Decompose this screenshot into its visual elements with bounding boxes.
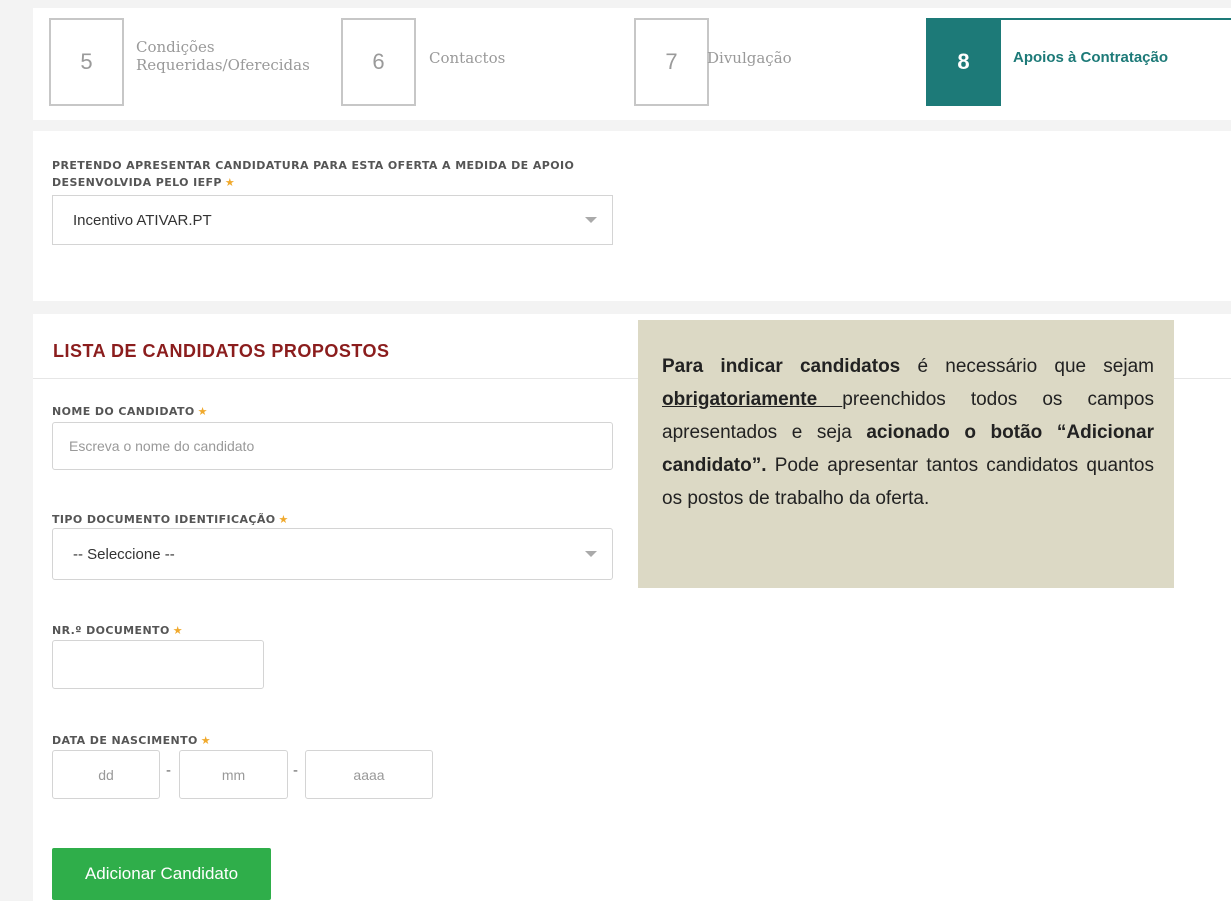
date-separator: - — [293, 762, 298, 779]
required-star-icon: ★ — [224, 176, 236, 189]
step-8-number[interactable]: 8 — [926, 18, 1001, 106]
step-7-number[interactable]: 7 — [634, 18, 709, 106]
required-star-icon: ★ — [200, 734, 212, 747]
step-8-label[interactable]: Apoios à Contratação — [1013, 49, 1168, 67]
data-nascimento-label: DATA DE NASCIMENTO ★ — [52, 734, 212, 747]
required-star-icon: ★ — [197, 405, 208, 418]
chevron-down-icon — [585, 551, 597, 557]
apoio-select[interactable]: Incentivo ATIVAR.PT — [52, 195, 613, 245]
nome-label: NOME DO CANDIDATO ★ — [52, 405, 208, 418]
tipo-documento-select[interactable]: -- Seleccione -- — [52, 528, 613, 580]
note-bold-1: Para indicar candidatos — [662, 356, 901, 377]
apoio-label: PRETENDO APRESENTAR CANDIDATURA PARA EST… — [52, 159, 575, 189]
chevron-down-icon — [585, 217, 597, 223]
add-candidate-button[interactable]: Adicionar Candidato — [52, 848, 271, 900]
date-separator: - — [166, 762, 171, 779]
dia-input[interactable]: dd — [52, 750, 160, 799]
mes-input[interactable]: mm — [179, 750, 288, 799]
wizard-stepper: 5 Condições Requeridas/Oferecidas 6 Cont… — [33, 8, 1231, 120]
apoio-select-value: Incentivo ATIVAR.PT — [73, 211, 212, 229]
note-text-1: é necessário que sejam — [900, 356, 1154, 377]
nr-documento-label: NR.º DOCUMENTO ★ — [52, 624, 183, 637]
ano-input[interactable]: aaaa — [305, 750, 433, 799]
step-6-label[interactable]: Contactos — [429, 49, 505, 67]
nome-candidato-input[interactable]: Escreva o nome do candidato — [52, 422, 613, 470]
note-underline: obrigatoriamente — [662, 389, 843, 410]
step-5-number[interactable]: 5 — [49, 18, 124, 106]
required-star-icon: ★ — [172, 624, 183, 637]
required-star-icon: ★ — [278, 513, 289, 526]
nr-documento-input[interactable] — [52, 640, 264, 689]
step-5-label[interactable]: Condições Requeridas/Oferecidas — [136, 38, 326, 74]
tipo-documento-value: -- Seleccione -- — [73, 545, 175, 563]
instructions-note: Para indicar candidatos é necessário que… — [638, 320, 1174, 588]
step-7-label[interactable]: Divulgação — [707, 49, 792, 67]
section-title: LISTA DE CANDIDATOS PROPOSTOS — [53, 341, 390, 361]
tipo-documento-label: TIPO DOCUMENTO IDENTIFICAÇÃO ★ — [52, 513, 289, 526]
step-6-number[interactable]: 6 — [341, 18, 416, 106]
